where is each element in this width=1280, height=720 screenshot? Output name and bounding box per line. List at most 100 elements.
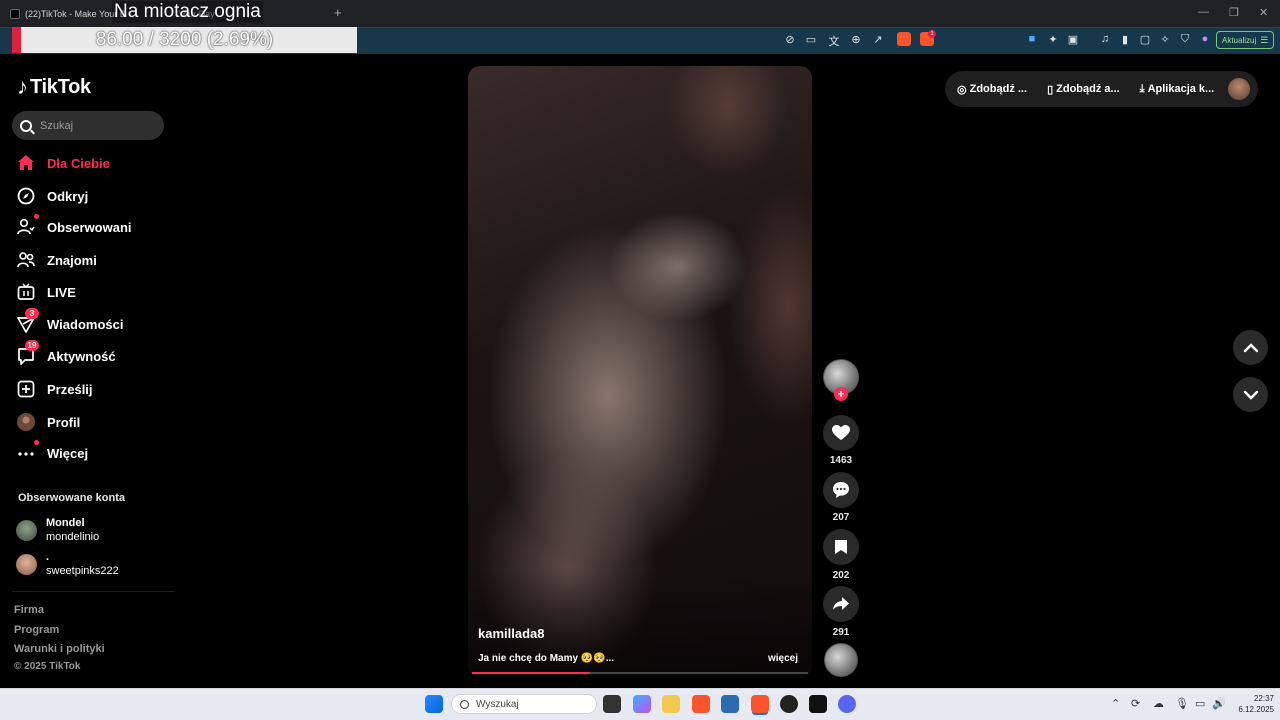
minimize-icon[interactable]: — — [1198, 6, 1209, 18]
cloud-icon[interactable]: ☁ — [1153, 697, 1164, 710]
activity-badge: 19 — [25, 340, 39, 351]
nav-label: Dla Ciebie — [47, 155, 110, 171]
footer-link-terms[interactable]: Warunki i polityki — [14, 643, 105, 655]
new-tab-button[interactable]: + — [334, 5, 342, 20]
get-app-link[interactable]: ▯ Zdobądź a... — [1047, 83, 1120, 96]
comment-icon — [833, 482, 849, 498]
share-button[interactable] — [823, 586, 859, 622]
video-description: Ja nie chcę do Mamy 🥺🥺... — [478, 653, 615, 664]
sidebar-divider — [12, 591, 174, 592]
nav-following[interactable]: Obserwowani — [17, 214, 132, 239]
close-icon[interactable]: ✕ — [1259, 6, 1268, 19]
friends-icon — [17, 251, 35, 269]
update-button[interactable]: Aktualizuj ☰ — [1216, 31, 1274, 49]
vpn-icon[interactable]: ⛉ — [1178, 33, 1192, 46]
discord-icon[interactable] — [838, 695, 856, 713]
video-more-link[interactable]: więcej — [768, 653, 798, 664]
translate-icon[interactable]: 文 — [827, 33, 841, 49]
cast-icon[interactable]: ▭ — [804, 33, 818, 46]
video-player[interactable]: kamillada8 Ja nie chcę do Mamy 🥺🥺... wię… — [468, 66, 812, 678]
user-avatar[interactable] — [1228, 78, 1250, 100]
nav-live[interactable]: LIVE — [17, 280, 76, 304]
reader-off-icon[interactable]: ⊘ — [783, 33, 797, 46]
screenshot-icon[interactable]: ▣ — [1066, 33, 1080, 46]
messages-icon: 3 — [17, 308, 39, 333]
share-icon[interactable]: ↗ — [871, 33, 885, 46]
save-button[interactable] — [823, 529, 859, 565]
nav-upload[interactable]: Prześlij — [17, 377, 93, 401]
get-coins-link[interactable]: ◎ Zdobądź ... — [957, 83, 1027, 96]
footer-link-program[interactable]: Program — [14, 624, 59, 636]
more-dots-icon — [17, 440, 39, 462]
windows-start-icon[interactable] — [425, 695, 443, 713]
extension-badge: 1 — [928, 30, 936, 38]
stream-goal-title: Na miotacz ognia — [112, 1, 263, 23]
footer-link-company[interactable]: Firma — [14, 604, 44, 616]
link-label: Zdobądź a... — [1056, 83, 1120, 95]
nav-for-you[interactable]: Dla Ciebie — [17, 151, 110, 175]
obs-icon[interactable] — [780, 695, 798, 713]
following-icon — [17, 214, 39, 236]
extensions-icon[interactable]: ✦ — [1046, 33, 1060, 46]
wallet-icon[interactable]: ■ — [1025, 33, 1039, 45]
video-author[interactable]: kamillada8 — [478, 626, 545, 641]
copyright: © 2025 TikTok — [14, 661, 81, 672]
brave-icon[interactable] — [692, 695, 710, 713]
wallet-outline-icon[interactable]: ▢ — [1138, 33, 1152, 46]
video-progress-bar[interactable] — [472, 672, 808, 674]
profile-icon[interactable]: ● — [1198, 33, 1212, 45]
file-explorer-icon[interactable] — [662, 695, 680, 713]
copilot-icon[interactable] — [633, 695, 651, 713]
activity-icon: 19 — [17, 340, 39, 365]
comment-button[interactable] — [823, 472, 859, 508]
follow-plus-button[interactable]: + — [834, 387, 848, 401]
previous-video-button[interactable] — [1233, 330, 1268, 365]
volume-icon[interactable]: 🔊 — [1212, 697, 1226, 710]
nav-messages[interactable]: 3 Wiadomości — [17, 308, 123, 336]
media-icon[interactable]: ♫ — [1098, 33, 1112, 45]
tiktok-favicon-icon — [10, 9, 20, 19]
followed-account[interactable]: . sweetpinks222 — [16, 550, 119, 578]
nav-profile[interactable]: Profil — [17, 410, 80, 434]
video-progress-fill — [472, 672, 590, 674]
store-icon[interactable] — [721, 695, 739, 713]
like-button[interactable] — [823, 415, 859, 451]
taskbar-search-input[interactable]: Wyszukaj — [451, 694, 597, 714]
taskbar-search-placeholder: Wyszukaj — [476, 698, 519, 710]
search-icon — [460, 699, 469, 709]
account-name: Mondel — [46, 517, 85, 529]
next-video-button[interactable] — [1233, 377, 1268, 412]
logo-text: TikTok — [30, 75, 91, 98]
nav-label: Obserwowani — [47, 219, 132, 235]
followed-account[interactable]: Mondel mondelinio — [16, 516, 99, 544]
capcut-icon[interactable] — [809, 695, 827, 713]
taskbar-clock[interactable]: 22:37 6.12.2025 — [1230, 693, 1274, 715]
brave-shields-icon[interactable] — [897, 32, 911, 46]
search-input[interactable]: Szukaj — [12, 111, 164, 140]
network-icon[interactable]: ▭ — [1195, 697, 1205, 710]
microphone-icon[interactable]: 🎙 — [1175, 697, 1189, 710]
zoom-icon[interactable]: ⊕ — [849, 33, 863, 46]
nav-label: Znajomi — [47, 252, 97, 268]
share-count: 291 — [832, 627, 850, 638]
nav-explore[interactable]: Odkryj — [17, 184, 88, 208]
like-count: 1463 — [829, 455, 853, 466]
nav-label: Odkryj — [47, 188, 89, 204]
desktop-app-link[interactable]: ⤓ Aplikacja k... — [1140, 83, 1215, 96]
nav-more[interactable]: Więcej — [17, 440, 88, 465]
tray-overflow-icon[interactable]: ⌃ — [1111, 697, 1120, 710]
goal-progress-text: 86.00 / 3200 (2.69%) — [95, 29, 274, 50]
chevron-down-icon — [1243, 390, 1258, 400]
music-disc-avatar[interactable] — [824, 643, 858, 677]
tiktok-logo[interactable]: ♪ TikTok — [17, 74, 91, 100]
nav-friends[interactable]: Znajomi — [17, 248, 97, 272]
brave-active-icon[interactable] — [751, 695, 769, 713]
sidebar-toggle-icon[interactable]: ▮ — [1118, 33, 1132, 46]
share-arrow-icon — [833, 597, 849, 610]
task-view-icon[interactable] — [603, 695, 621, 713]
leo-ai-icon[interactable]: ✧ — [1158, 33, 1172, 46]
live-tv-icon — [17, 283, 35, 301]
sync-icon[interactable]: ⟳ — [1131, 697, 1140, 710]
nav-activity[interactable]: 19 Aktywność — [17, 340, 116, 368]
restore-icon[interactable]: ❐ — [1229, 6, 1239, 19]
